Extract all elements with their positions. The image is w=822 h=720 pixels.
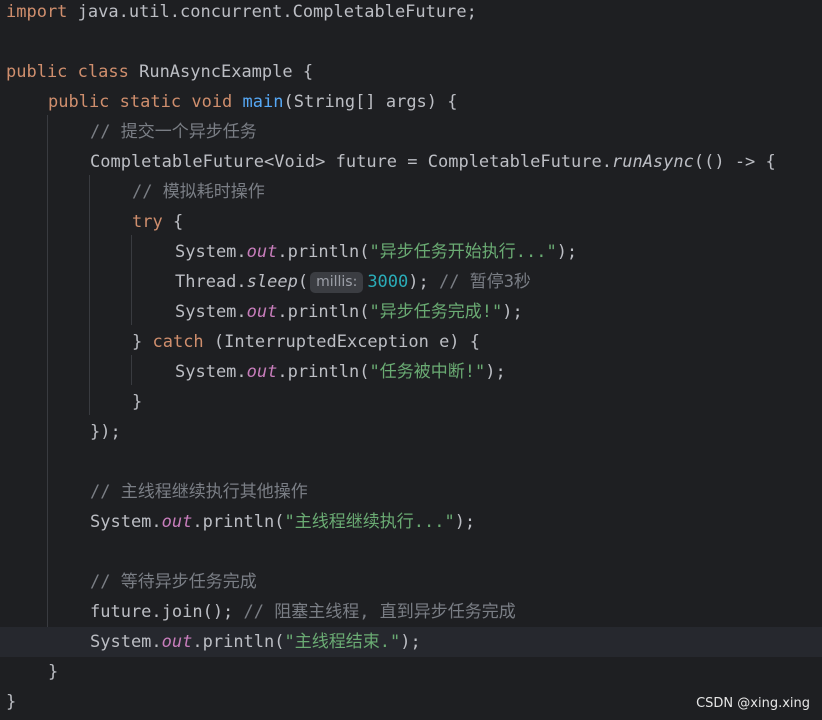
comment-token: // 等待异步任务完成 — [90, 572, 257, 592]
code-line[interactable]: try { — [0, 207, 822, 237]
code-line[interactable]: public class RunAsyncExample { — [0, 57, 822, 87]
code-text: Thread. — [175, 272, 247, 292]
code-line[interactable]: } catch (InterruptedException e) { — [0, 327, 822, 357]
code-text: java.util.concurrent.CompletableFuture; — [67, 2, 477, 22]
keyword-token: static — [119, 92, 182, 112]
code-line[interactable]: System.out.println("异步任务开始执行..."); — [0, 237, 822, 267]
comment-token: // 暂停3秒 — [438, 272, 531, 292]
code-text: .println( — [277, 242, 370, 262]
keyword-token: void — [191, 92, 233, 112]
code-line[interactable]: }); — [0, 417, 822, 447]
keyword-token: class — [77, 62, 129, 82]
code-line[interactable]: // 等待异步任务完成 — [0, 567, 822, 597]
code-editor[interactable]: import java.util.concurrent.CompletableF… — [0, 0, 822, 720]
code-line[interactable]: CompletableFuture<Void> future = Complet… — [0, 147, 822, 177]
code-text: .println( — [277, 362, 370, 382]
static-field: out — [246, 242, 278, 262]
static-field: out — [246, 362, 278, 382]
code-line[interactable]: // 主线程继续执行其他操作 — [0, 477, 822, 507]
code-line[interactable]: // 模拟耗时操作 — [0, 177, 822, 207]
code-text: future.join(); — [90, 602, 244, 622]
parameter-hint: millis: — [310, 272, 364, 293]
code-text: ); — [485, 362, 506, 382]
comment-token: // 主线程继续执行其他操作 — [90, 482, 308, 502]
code-text: System. — [175, 242, 247, 262]
string-literal: "异步任务完成!" — [369, 302, 503, 322]
string-literal: "异步任务开始执行..." — [369, 242, 557, 262]
code-text: .println( — [192, 632, 285, 652]
code-text: } — [48, 662, 59, 682]
code-text: ); — [556, 242, 578, 262]
watermark-text: CSDN @xing.xing — [696, 696, 810, 711]
code-text: (() -> { — [693, 152, 776, 172]
comment-token: // 提交一个异步任务 — [90, 122, 257, 142]
static-field: out — [161, 632, 193, 652]
code-text: System. — [90, 512, 162, 532]
code-text: System. — [175, 302, 247, 322]
code-line[interactable]: System.out.println("任务被中断!"); — [0, 357, 822, 387]
code-text: .println( — [192, 512, 285, 532]
code-text: System. — [175, 362, 247, 382]
code-text: ); — [454, 512, 476, 532]
code-line-current[interactable]: System.out.println("主线程结束."); — [0, 627, 822, 657]
keyword-token: import — [6, 2, 68, 22]
code-line[interactable]: // 提交一个异步任务 — [0, 117, 822, 147]
code-line[interactable]: System.out.println("主线程继续执行..."); — [0, 507, 822, 537]
keyword-token: public — [48, 92, 110, 112]
code-line[interactable]: } — [0, 387, 822, 417]
code-line[interactable]: future.join(); // 阻塞主线程, 直到异步任务完成 — [0, 597, 822, 627]
code-line[interactable]: System.out.println("异步任务完成!"); — [0, 297, 822, 327]
class-declaration: RunAsyncExample { — [128, 62, 314, 82]
string-literal: "主线程继续执行..." — [284, 512, 455, 532]
code-line[interactable]: import java.util.concurrent.CompletableF… — [0, 0, 822, 27]
code-text: ); — [502, 302, 523, 322]
comment-token: // 模拟耗时操作 — [132, 182, 265, 202]
code-line[interactable]: public static void main(String[] args) { — [0, 87, 822, 117]
code-text: CompletableFuture<Void> future = Complet… — [90, 152, 612, 172]
comment-token: // 阻塞主线程, 直到异步任务完成 — [243, 602, 516, 622]
code-text: ); — [400, 632, 421, 652]
method-declaration: main — [242, 92, 284, 112]
keyword-token: try — [132, 212, 163, 232]
string-literal: "任务被中断!" — [369, 362, 486, 382]
code-text: System. — [90, 632, 162, 652]
static-field: out — [161, 512, 193, 532]
code-text: (InterruptedException e) { — [203, 332, 481, 352]
number-literal: 3000 — [367, 272, 409, 292]
code-text: { — [162, 212, 184, 232]
code-text: ( — [297, 272, 309, 292]
method-call: sleep — [246, 272, 298, 292]
code-text: } — [6, 692, 17, 712]
method-call: runAsync — [611, 152, 694, 172]
code-text: (String[] args) { — [283, 92, 458, 112]
string-literal: "主线程结束." — [284, 632, 401, 652]
keyword-token: public — [6, 62, 68, 82]
code-text: .println( — [277, 302, 370, 322]
code-text: } — [132, 332, 153, 352]
code-text: } — [132, 392, 143, 412]
code-line[interactable]: } — [0, 657, 822, 687]
keyword-token: catch — [152, 332, 204, 352]
code-line[interactable]: Thread.sleep(millis: 3000); // 暂停3秒 — [0, 267, 822, 297]
code-text: ); — [408, 272, 439, 292]
code-text: }); — [90, 422, 121, 442]
static-field: out — [246, 302, 278, 322]
